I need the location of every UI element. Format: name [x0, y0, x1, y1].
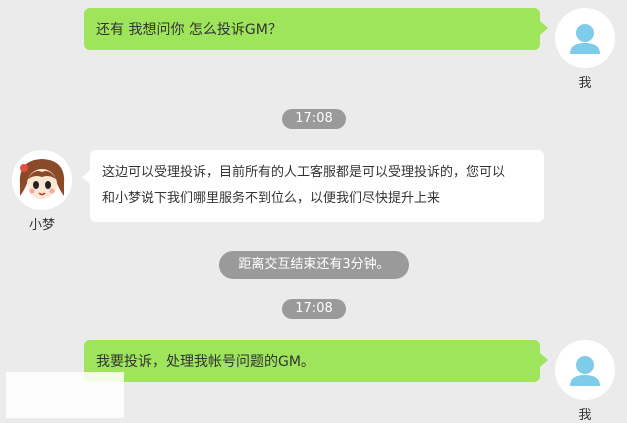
- user-name: 我: [578, 408, 592, 423]
- cartoon-girl-avatar-icon: [12, 150, 72, 210]
- user-message-bubble: 我要投诉，处理我帐号问题的GM。: [84, 340, 548, 382]
- session-timeout-notice: 距离交互结束还有3分钟。: [219, 251, 409, 279]
- message-text: 我要投诉，处理我帐号问题的GM。: [96, 354, 315, 370]
- user-silhouette-icon: [570, 356, 600, 386]
- user-silhouette-icon: [570, 24, 600, 54]
- user-message-bubble: 还有 我想问你 怎么投诉GM？: [84, 8, 548, 50]
- timestamp: 17:08: [282, 109, 346, 129]
- user-avatar[interactable]: [555, 340, 615, 400]
- agent-message-bubble: 这边可以受理投诉，目前所有的人工客服都是可以受理投诉的，您可以 和小梦说下我们哪…: [82, 150, 544, 222]
- user-avatar[interactable]: [555, 8, 615, 68]
- watermark: [6, 372, 124, 418]
- message-text: 还有 我想问你 怎么投诉GM？: [96, 22, 282, 38]
- user-name: 我: [578, 76, 592, 91]
- message-text-line: 这边可以受理投诉，目前所有的人工客服都是可以受理投诉的，您可以: [102, 165, 506, 180]
- timestamp: 17:08: [282, 299, 346, 319]
- agent-avatar[interactable]: [12, 150, 72, 210]
- message-text-line: 和小梦说下我们哪里服务不到位么，以便我们尽快提升上来: [102, 191, 441, 206]
- agent-name: 小梦: [28, 218, 55, 233]
